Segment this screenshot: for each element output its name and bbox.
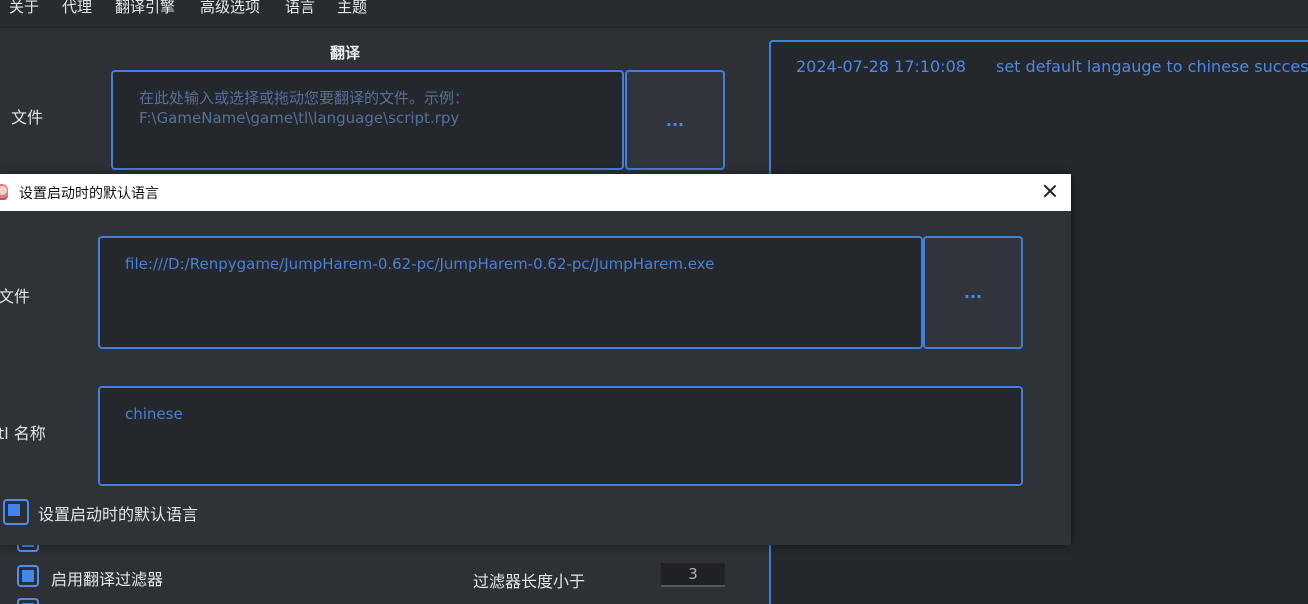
- section-title: 翻译: [330, 44, 361, 62]
- set-default-language-label: 设置启动时的默认语言: [38, 505, 199, 524]
- app-icon: [0, 184, 8, 200]
- menu-about[interactable]: 关于: [9, 0, 39, 18]
- menu-theme[interactable]: 主题: [337, 0, 367, 18]
- log-timestamp: 2024-07-28 17:10:08: [796, 57, 966, 76]
- default-language-dialog: 设置启动时的默认语言 文件 file:///D:/Renpygame/JumpH…: [0, 174, 1071, 545]
- menu-advanced-options[interactable]: 高级选项: [200, 0, 260, 18]
- log-message: set default langauge to chinese success!: [996, 57, 1308, 76]
- dialog-title: 设置启动时的默认语言: [19, 186, 159, 202]
- filter-length-spinbox[interactable]: 3: [661, 563, 725, 587]
- app-window: 关于 代理 翻译引擎 高级选项 语言 主题 翻译 文件 在此处输入或选择或拖动您…: [0, 0, 1308, 604]
- file-input[interactable]: 在此处输入或选择或拖动您要翻译的文件。示例：F:\GameName\game\t…: [111, 70, 624, 170]
- dialog-titlebar: 设置启动时的默认语言: [0, 174, 1071, 211]
- set-default-language-checkbox[interactable]: [3, 499, 29, 525]
- enable-filter-label: 启用翻译过滤器: [51, 570, 164, 589]
- close-icon[interactable]: [1040, 181, 1060, 201]
- menu-language[interactable]: 语言: [285, 0, 315, 18]
- menu-bar: 关于 代理 翻译引擎 高级选项 语言 主题: [0, 0, 1308, 28]
- enable-filter-checkbox[interactable]: [17, 565, 39, 587]
- menu-translation-engine[interactable]: 翻译引擎: [115, 0, 175, 18]
- filter-length-label: 过滤器长度小于: [473, 572, 586, 591]
- menu-proxy[interactable]: 代理: [62, 0, 92, 18]
- dialog-file-label: 文件: [0, 287, 31, 306]
- file-browse-button[interactable]: ...: [625, 70, 725, 170]
- next-checkbox[interactable]: [17, 598, 39, 604]
- tl-name-input[interactable]: chinese: [98, 386, 1023, 486]
- dialog-file-browse-button[interactable]: ...: [923, 236, 1023, 349]
- file-label: 文件: [11, 108, 44, 127]
- tl-name-label: tl 名称: [0, 424, 46, 443]
- dialog-file-input[interactable]: file:///D:/Renpygame/JumpHarem-0.62-pc/J…: [98, 236, 923, 349]
